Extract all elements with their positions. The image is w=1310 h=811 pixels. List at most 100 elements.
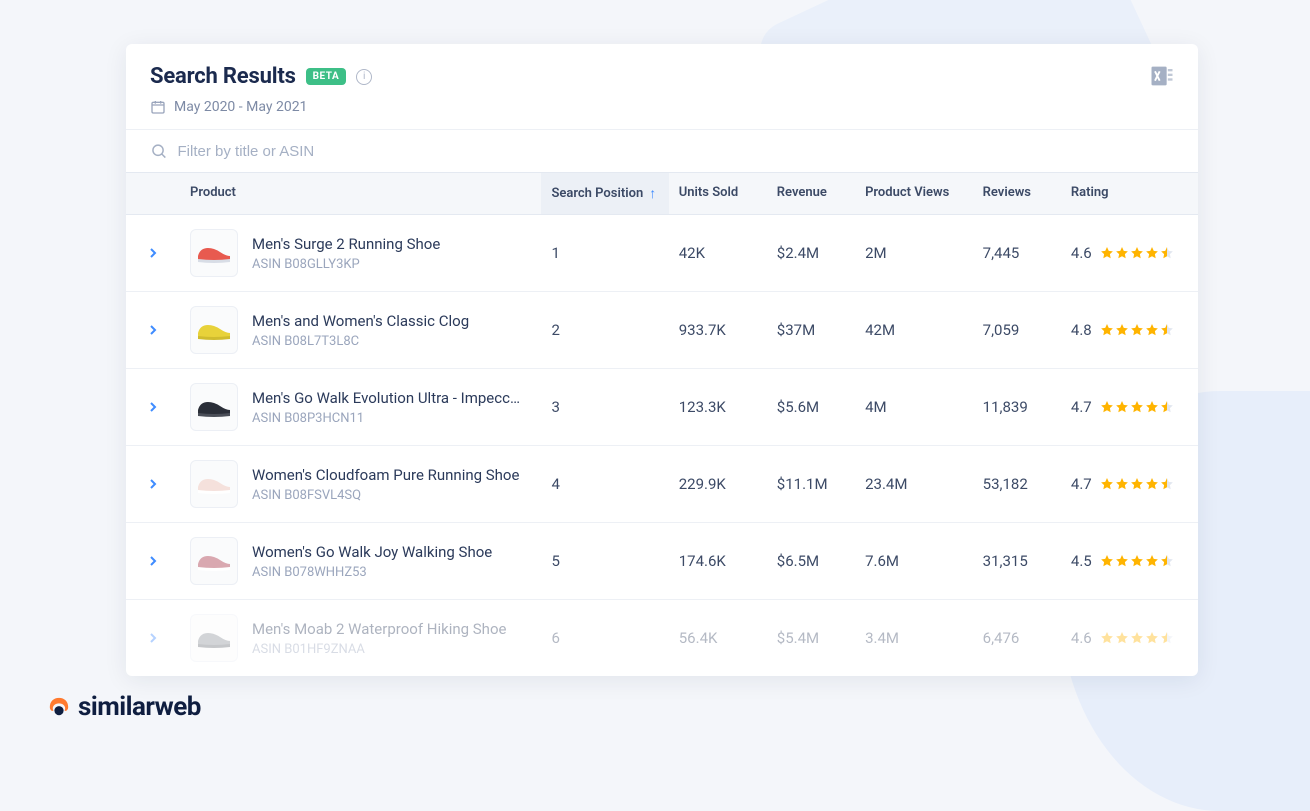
- product-name-link[interactable]: Men's Moab 2 Waterproof Hiking Shoe: [252, 620, 506, 638]
- product-cell: Men's Moab 2 Waterproof Hiking Shoe ASIN…: [180, 600, 541, 676]
- product-name-link[interactable]: Women's Go Walk Joy Walking Shoe: [252, 543, 492, 561]
- product-asin: ASIN B08FSVL4SQ: [252, 488, 519, 503]
- panel-header: Search Results BETA i May 2020 - May 202…: [126, 44, 1198, 129]
- cell-position: 4: [541, 461, 668, 507]
- table-row: Women's Cloudfoam Pure Running Shoe ASIN…: [126, 446, 1198, 523]
- product-cell: Men's Go Walk Evolution Ultra - Impecca……: [180, 369, 541, 445]
- expand-row-button[interactable]: [126, 400, 180, 414]
- cell-rating: 4.6: [1061, 230, 1198, 276]
- cell-revenue: $5.4M: [767, 615, 855, 661]
- filter-bar: [126, 129, 1198, 172]
- cell-units-sold: 42K: [669, 230, 767, 276]
- rating-value: 4.8: [1071, 321, 1092, 339]
- cell-units-sold: 123.3K: [669, 384, 767, 430]
- column-revenue[interactable]: Revenue: [767, 173, 855, 214]
- cell-reviews: 31,315: [973, 538, 1061, 584]
- table-row: Men's Surge 2 Running Shoe ASIN B08GLLY3…: [126, 215, 1198, 292]
- cell-product-views: 2M: [855, 230, 973, 276]
- rating-value: 4.7: [1071, 398, 1092, 416]
- product-cell: Men's Surge 2 Running Shoe ASIN B08GLLY3…: [180, 215, 541, 291]
- search-icon: [150, 142, 168, 160]
- product-asin: ASIN B078WHHZ53: [252, 565, 492, 580]
- cell-product-views: 23.4M: [855, 461, 973, 507]
- product-asin: ASIN B08P3HCN11: [252, 411, 522, 426]
- table-body: Men's Surge 2 Running Shoe ASIN B08GLLY3…: [126, 215, 1198, 676]
- expand-row-button[interactable]: [126, 323, 180, 337]
- product-thumbnail: [190, 614, 238, 662]
- table-row: Men's Go Walk Evolution Ultra - Impecca……: [126, 369, 1198, 446]
- rating-value: 4.6: [1071, 629, 1092, 647]
- cell-units-sold: 229.9K: [669, 461, 767, 507]
- cell-position: 3: [541, 384, 668, 430]
- cell-reviews: 11,839: [973, 384, 1061, 430]
- product-name-link[interactable]: Men's and Women's Classic Clog: [252, 312, 469, 330]
- product-asin: ASIN B08GLLY3KP: [252, 257, 440, 272]
- cell-rating: 4.7: [1061, 461, 1198, 507]
- table-header: Product Search Position ↑ Units Sold Rev…: [126, 172, 1198, 215]
- cell-revenue: $37M: [767, 307, 855, 353]
- product-asin: ASIN B08L7T3L8C: [252, 334, 469, 349]
- product-thumbnail: [190, 460, 238, 508]
- export-excel-button[interactable]: [1148, 62, 1176, 90]
- expand-row-button[interactable]: [126, 554, 180, 568]
- similarweb-logo: similarweb: [48, 692, 201, 722]
- product-name-link[interactable]: Men's Surge 2 Running Shoe: [252, 235, 440, 253]
- cell-units-sold: 933.7K: [669, 307, 767, 353]
- table-row: Men's Moab 2 Waterproof Hiking Shoe ASIN…: [126, 600, 1198, 676]
- cell-reviews: 7,445: [973, 230, 1061, 276]
- logo-icon: [48, 696, 70, 718]
- cell-reviews: 53,182: [973, 461, 1061, 507]
- product-thumbnail: [190, 537, 238, 585]
- column-search-position[interactable]: Search Position ↑: [541, 173, 668, 214]
- filter-input[interactable]: [178, 143, 1174, 160]
- product-cell: Women's Cloudfoam Pure Running Shoe ASIN…: [180, 446, 541, 522]
- date-range-text: May 2020 - May 2021: [174, 99, 307, 115]
- cell-rating: 4.8: [1061, 307, 1198, 353]
- beta-badge: BETA: [306, 68, 347, 85]
- product-cell: Women's Go Walk Joy Walking Shoe ASIN B0…: [180, 523, 541, 599]
- column-product-views[interactable]: Product Views: [855, 173, 973, 214]
- product-name-link[interactable]: Men's Go Walk Evolution Ultra - Impecca…: [252, 389, 522, 407]
- info-icon[interactable]: i: [356, 69, 372, 85]
- rating-value: 4.7: [1071, 475, 1092, 493]
- product-thumbnail: [190, 383, 238, 431]
- rating-value: 4.5: [1071, 552, 1092, 570]
- cell-revenue: $2.4M: [767, 230, 855, 276]
- product-thumbnail: [190, 229, 238, 277]
- star-rating-icon: [1100, 400, 1174, 414]
- cell-rating: 4.5: [1061, 538, 1198, 584]
- product-name-link[interactable]: Women's Cloudfoam Pure Running Shoe: [252, 466, 519, 484]
- page-title: Search Results: [150, 64, 296, 89]
- column-product[interactable]: Product: [180, 173, 541, 214]
- cell-reviews: 6,476: [973, 615, 1061, 661]
- rating-value: 4.6: [1071, 244, 1092, 262]
- column-rating[interactable]: Rating: [1061, 173, 1198, 214]
- column-units-sold[interactable]: Units Sold: [669, 173, 767, 214]
- product-thumbnail: [190, 306, 238, 354]
- expand-row-button[interactable]: [126, 477, 180, 491]
- date-range-selector[interactable]: May 2020 - May 2021: [150, 99, 1174, 115]
- star-rating-icon: [1100, 323, 1174, 337]
- product-asin: ASIN B01HF9ZNAA: [252, 642, 506, 657]
- table-row: Men's and Women's Classic Clog ASIN B08L…: [126, 292, 1198, 369]
- cell-revenue: $6.5M: [767, 538, 855, 584]
- cell-product-views: 4M: [855, 384, 973, 430]
- cell-position: 1: [541, 230, 668, 276]
- search-results-panel: Search Results BETA i May 2020 - May 202…: [126, 44, 1198, 676]
- product-cell: Men's and Women's Classic Clog ASIN B08L…: [180, 292, 541, 368]
- cell-units-sold: 174.6K: [669, 538, 767, 584]
- cell-rating: 4.6: [1061, 615, 1198, 661]
- cell-revenue: $5.6M: [767, 384, 855, 430]
- logo-text: similarweb: [78, 692, 201, 722]
- star-rating-icon: [1100, 246, 1174, 260]
- expand-row-button[interactable]: [126, 246, 180, 260]
- column-reviews[interactable]: Reviews: [973, 173, 1061, 214]
- cell-position: 5: [541, 538, 668, 584]
- star-rating-icon: [1100, 554, 1174, 568]
- cell-revenue: $11.1M: [767, 461, 855, 507]
- cell-position: 6: [541, 615, 668, 661]
- cell-position: 2: [541, 307, 668, 353]
- calendar-icon: [150, 99, 166, 115]
- expand-row-button[interactable]: [126, 631, 180, 645]
- star-rating-icon: [1100, 477, 1174, 491]
